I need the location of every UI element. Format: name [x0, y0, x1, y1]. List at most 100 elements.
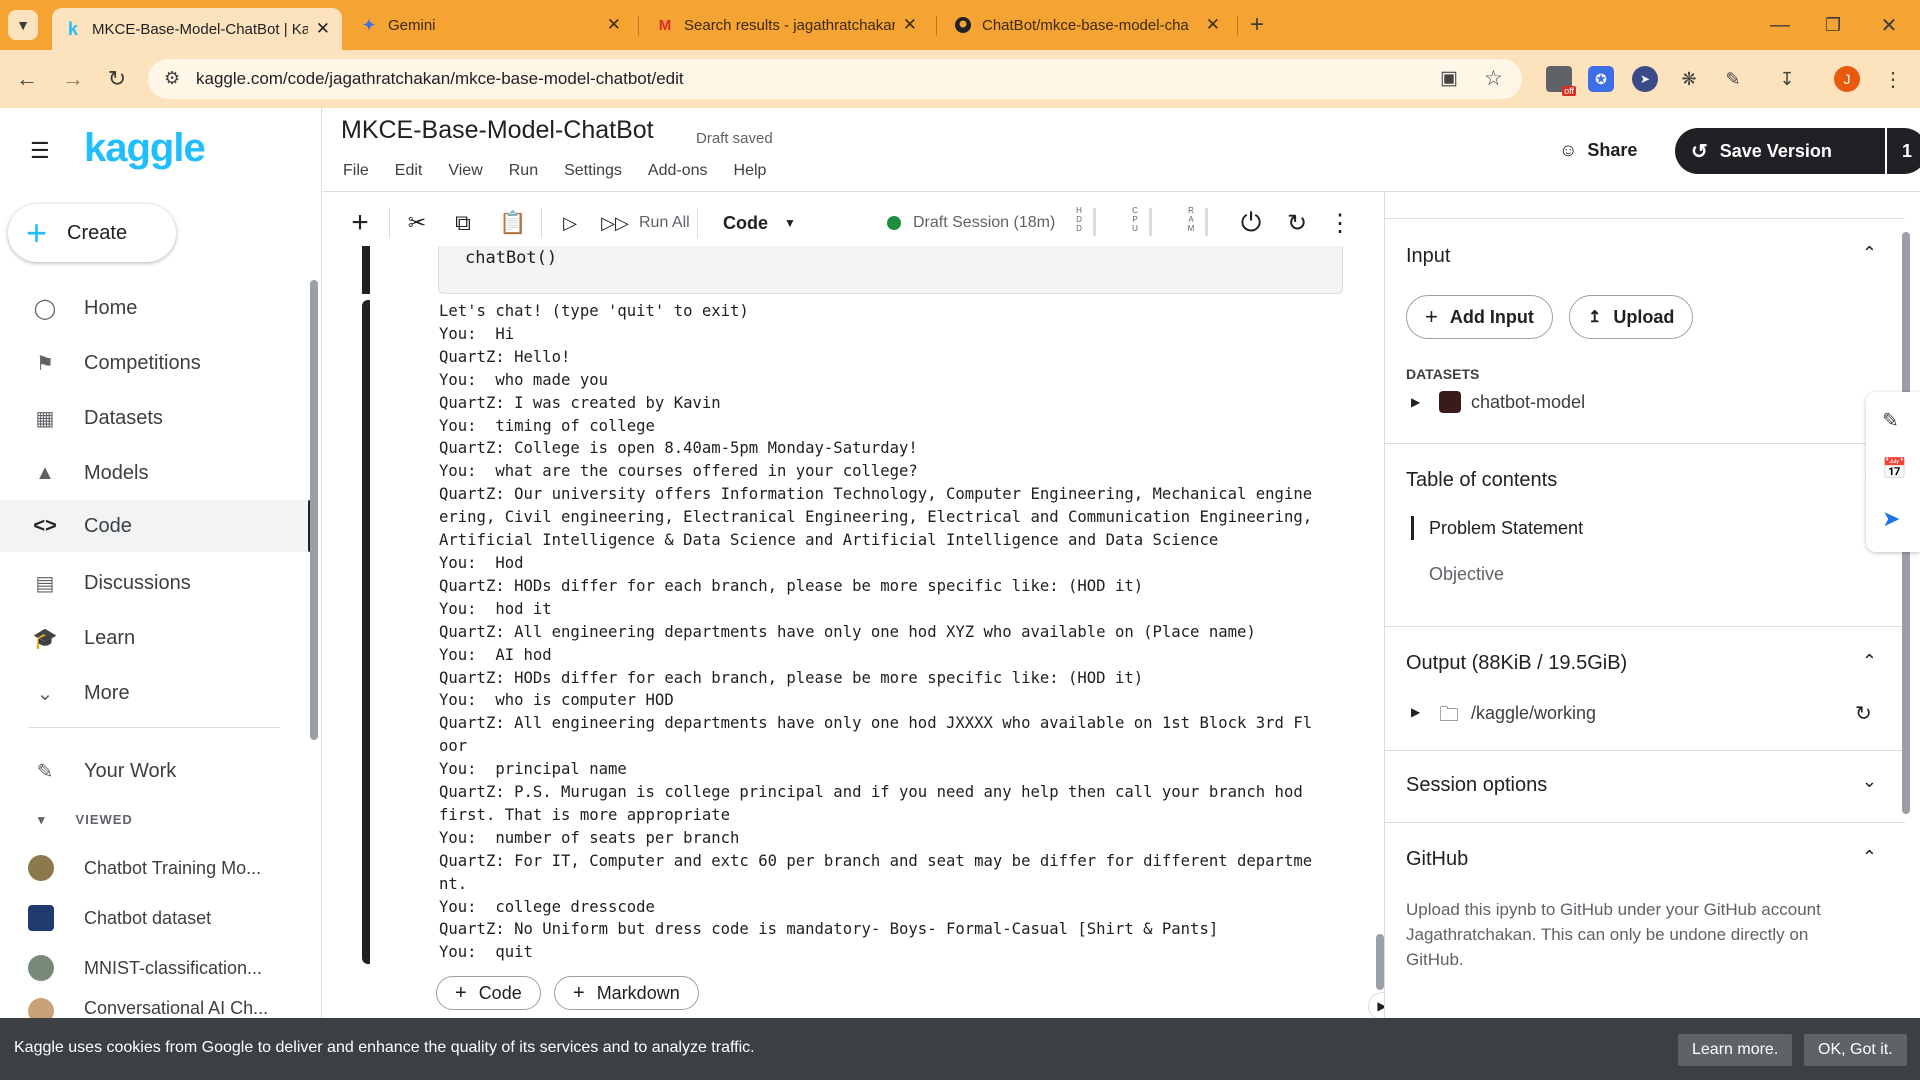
- viewed-item[interactable]: Chatbot dataset: [28, 898, 288, 938]
- close-icon[interactable]: ✕: [903, 15, 917, 35]
- add-cell-icon[interactable]: +: [343, 206, 377, 240]
- sidebar-item-code[interactable]: <> Code: [0, 500, 312, 552]
- sidebar-item-learn[interactable]: 🎓 Learn: [0, 612, 310, 664]
- menu-help[interactable]: Help: [734, 162, 767, 180]
- add-input-button[interactable]: + Add Input: [1406, 295, 1553, 339]
- sidebar-scrollbar[interactable]: [310, 280, 318, 740]
- viewed-item[interactable]: MNIST-classification...: [28, 948, 288, 988]
- reload-button[interactable]: ↻: [102, 64, 132, 94]
- close-icon[interactable]: ✕: [1206, 15, 1220, 35]
- minimize-button[interactable]: —: [1765, 10, 1795, 40]
- menu-add-ons[interactable]: Add-ons: [648, 162, 708, 180]
- more-vert-icon[interactable]: ⋮: [1880, 66, 1906, 92]
- profile-avatar[interactable]: J: [1834, 66, 1860, 92]
- sidebar-item-your-work[interactable]: ✎ Your Work: [0, 745, 310, 797]
- viewed-item[interactable]: Conversational AI Ch...: [28, 998, 288, 1018]
- site-info-icon[interactable]: ⚙: [164, 68, 180, 89]
- close-icon[interactable]: ✕: [316, 19, 330, 39]
- power-icon[interactable]: ⏻: [1233, 206, 1269, 240]
- address-bar[interactable]: ⚙ kaggle.com/code/jagathratchakan/mkce-b…: [148, 59, 1522, 99]
- save-version-button[interactable]: ↺ Save Version: [1675, 128, 1885, 174]
- sidebar-item-datasets[interactable]: ▦ Datasets: [0, 392, 310, 444]
- menu-run[interactable]: Run: [509, 162, 538, 180]
- new-tab-button[interactable]: +: [1242, 10, 1272, 40]
- version-count-button[interactable]: 1: [1887, 128, 1920, 174]
- divider: [697, 208, 698, 238]
- puzzle-icon[interactable]: ✎: [1720, 66, 1746, 92]
- notebook-scrollbar[interactable]: [1376, 934, 1384, 990]
- share-button[interactable]: ☺ Share: [1559, 140, 1637, 161]
- output-title[interactable]: Output (88KiB / 19.5GiB): [1406, 652, 1627, 675]
- sidebar-item-more[interactable]: ⌄ More: [0, 667, 310, 719]
- chevron-up-icon[interactable]: ⌃: [1862, 847, 1877, 868]
- chevron-down-icon[interactable]: ⌄: [1862, 771, 1877, 792]
- calendar-icon[interactable]: 📅: [1882, 456, 1907, 481]
- sidebar-item-models[interactable]: ▲ Models: [0, 447, 310, 499]
- toc-title[interactable]: Table of contents: [1406, 469, 1557, 492]
- hamburger-icon[interactable]: ☰: [30, 138, 50, 164]
- sidebar-item-home[interactable]: ◯ Home: [0, 282, 310, 334]
- edit-sparkle-icon[interactable]: ✎: [1882, 408, 1899, 433]
- chevron-up-icon[interactable]: ⌃: [1862, 651, 1877, 672]
- menu-file[interactable]: File: [343, 162, 369, 180]
- learn-more-button[interactable]: Learn more.: [1678, 1034, 1793, 1066]
- toc-item[interactable]: Objective: [1429, 564, 1504, 585]
- viewed-header[interactable]: ▾ VIEWED: [38, 812, 133, 828]
- extension-icon[interactable]: ✪: [1588, 66, 1614, 92]
- viewed-item[interactable]: Chatbot Training Mo...: [28, 848, 288, 888]
- toc-item[interactable]: Problem Statement: [1429, 518, 1583, 539]
- caret-right-icon[interactable]: ▶: [1411, 705, 1420, 719]
- kaggle-logo[interactable]: kaggle: [84, 126, 206, 171]
- tab-gemini[interactable]: ✦ Gemini ✕: [348, 8, 633, 42]
- chevron-up-icon[interactable]: ⌃: [1862, 243, 1877, 264]
- tab-kaggle[interactable]: k MKCE-Base-Model-ChatBot | Ka ✕: [52, 8, 342, 50]
- run-all-icon[interactable]: ▷▷: [595, 206, 635, 240]
- close-icon[interactable]: ✕: [607, 15, 621, 35]
- create-button[interactable]: + Create: [8, 204, 176, 262]
- cell-type-select[interactable]: Code ▼: [723, 206, 796, 240]
- paste-icon[interactable]: 📋: [495, 206, 531, 240]
- github-title[interactable]: GitHub: [1406, 848, 1468, 871]
- input-title[interactable]: Input: [1406, 245, 1450, 268]
- assistant-icon[interactable]: ➤: [1882, 506, 1900, 532]
- session-status[interactable]: Draft Session (18m): [887, 206, 1055, 240]
- menu-edit[interactable]: Edit: [395, 162, 423, 180]
- extension-icon[interactable]: off: [1546, 66, 1576, 96]
- add-code-button[interactable]: + Code: [436, 976, 541, 1010]
- download-icon[interactable]: ↧: [1774, 66, 1800, 92]
- menu-settings[interactable]: Settings: [564, 162, 622, 180]
- ok-got-it-button[interactable]: OK, Got it.: [1804, 1034, 1907, 1066]
- bookmark-star-icon[interactable]: ☆: [1484, 66, 1503, 91]
- tab-gmail[interactable]: M Search results - jagathratchakar ✕: [644, 8, 929, 42]
- code-editor[interactable]: chatBot(): [438, 246, 1343, 294]
- restart-icon[interactable]: ↻: [1279, 206, 1315, 240]
- output-path[interactable]: /kaggle/working: [1471, 703, 1596, 724]
- sidebar-item-competitions[interactable]: ⚑ Competitions: [0, 337, 310, 389]
- sidebar-item-discussions[interactable]: ▤ Discussions: [0, 557, 310, 609]
- dataset-link[interactable]: chatbot-model: [1471, 392, 1585, 413]
- window-close-button[interactable]: ✕: [1874, 10, 1904, 40]
- tab-github[interactable]: ChatBot/mkce-base-model-cha ✕: [942, 8, 1232, 42]
- install-app-icon[interactable]: ▣: [1440, 67, 1458, 90]
- extension-icon[interactable]: ❋: [1676, 66, 1702, 92]
- refresh-icon[interactable]: ↻: [1855, 701, 1872, 726]
- more-vert-icon[interactable]: ⋮: [1325, 206, 1355, 240]
- run-all-button[interactable]: Run All: [639, 206, 690, 240]
- code-cell[interactable]: chatBot(): [362, 246, 1343, 294]
- copy-icon[interactable]: ⧉: [445, 206, 481, 240]
- extension-icon[interactable]: ➤: [1632, 66, 1658, 92]
- menu-view[interactable]: View: [448, 162, 482, 180]
- session-options-title[interactable]: Session options: [1406, 774, 1547, 797]
- url-text[interactable]: kaggle.com/code/jagathratchakan/mkce-bas…: [196, 69, 684, 89]
- add-markdown-button[interactable]: + Markdown: [554, 976, 699, 1010]
- caret-right-icon[interactable]: ▶: [1411, 395, 1420, 409]
- forward-button[interactable]: →: [58, 64, 88, 94]
- back-button[interactable]: ←: [12, 64, 42, 94]
- run-cell-icon[interactable]: ▷: [553, 206, 587, 240]
- notebook-title[interactable]: MKCE-Base-Model-ChatBot: [341, 116, 654, 145]
- cut-icon[interactable]: ✂: [397, 206, 437, 240]
- tab-search-button[interactable]: ▼: [8, 10, 38, 40]
- code-line[interactable]: chatBot(): [465, 248, 557, 268]
- upload-button[interactable]: ↥ Upload: [1569, 295, 1694, 339]
- restore-button[interactable]: ❐: [1818, 10, 1848, 40]
